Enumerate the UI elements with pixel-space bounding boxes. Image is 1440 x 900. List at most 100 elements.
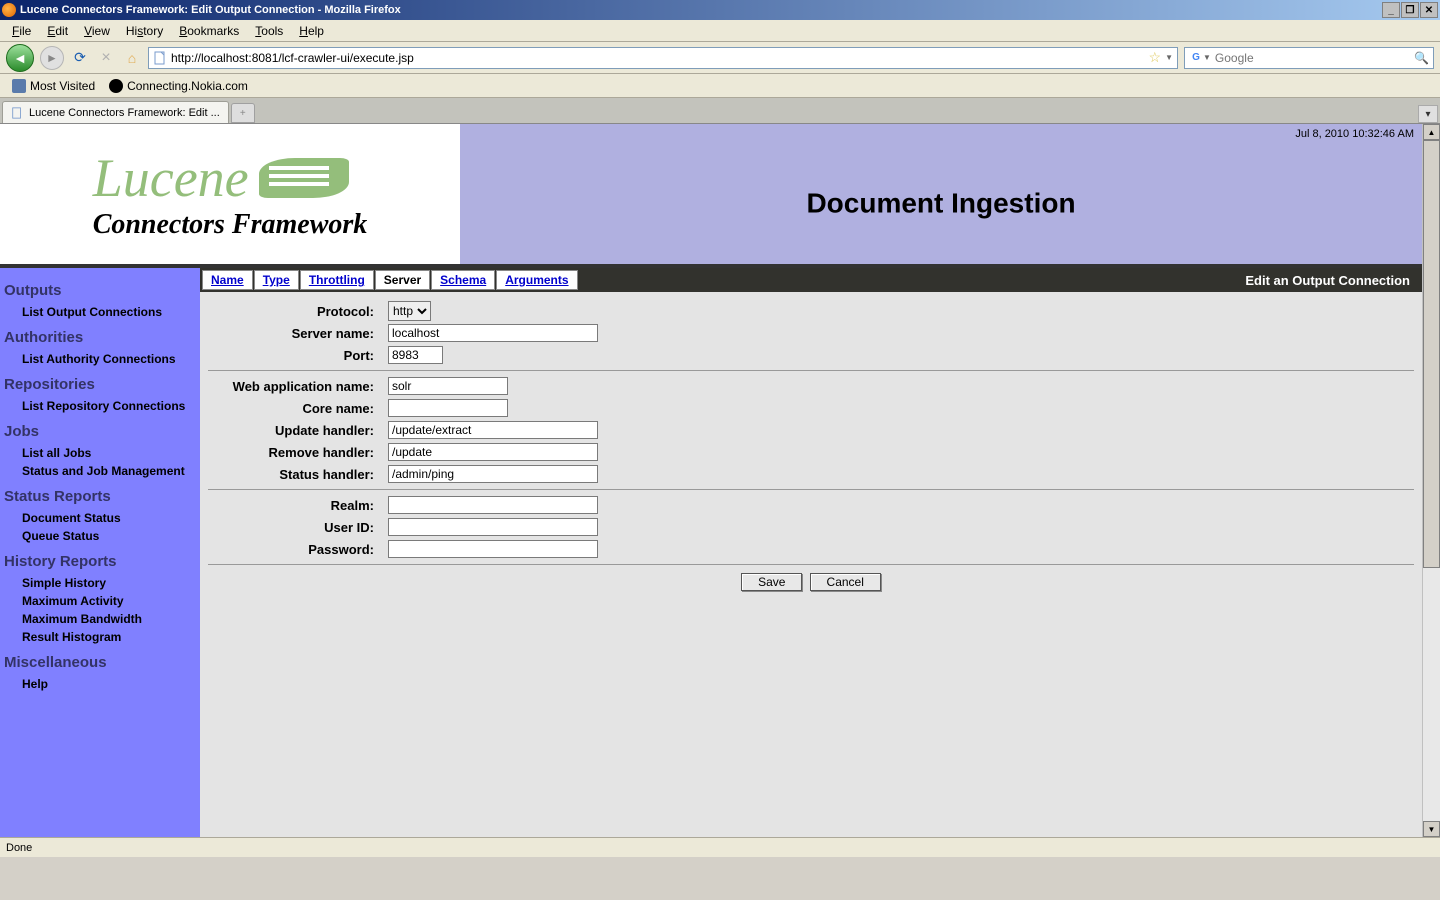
vertical-scrollbar[interactable]: ▲ ▼ <box>1422 124 1440 837</box>
logo-subtitle: Connectors Framework <box>93 209 368 240</box>
sidebar-heading: Authorities <box>4 329 196 346</box>
search-go-icon[interactable]: 🔍 <box>1414 51 1429 65</box>
search-input[interactable] <box>1215 51 1414 65</box>
sidebar-link[interactable]: List Authority Connections <box>4 350 196 368</box>
sidebar-heading: Outputs <box>4 282 196 299</box>
bookmark-star-icon[interactable]: ☆ <box>1149 49 1162 66</box>
bookmark-most-visited[interactable]: Most Visited <box>6 77 101 95</box>
search-engine-dropdown-icon[interactable]: ▼ <box>1203 53 1211 62</box>
menu-help[interactable]: Help <box>291 22 332 40</box>
sidebar-heading: Status Reports <box>4 488 196 505</box>
browser-tab[interactable]: Lucene Connectors Framework: Edit ... <box>2 101 229 123</box>
remove-label: Remove handler: <box>208 445 388 460</box>
sidebar-link[interactable]: List Repository Connections <box>4 397 196 415</box>
bookmark-label: Connecting.Nokia.com <box>127 79 248 93</box>
sidebar-heading: Repositories <box>4 376 196 393</box>
back-button[interactable]: ◄ <box>6 44 34 72</box>
sidebar-link[interactable]: Maximum Bandwidth <box>4 610 196 628</box>
url-dropdown-icon[interactable]: ▼ <box>1165 53 1173 62</box>
status-label: Status handler: <box>208 467 388 482</box>
nav-toolbar: ◄ ► ⟳ × ⌂ ☆ ▼ G ▼ 🔍 <box>0 42 1440 74</box>
webapp-input[interactable] <box>388 377 508 395</box>
menu-view[interactable]: View <box>76 22 118 40</box>
sidebar-link[interactable]: Document Status <box>4 509 196 527</box>
sidebar-link[interactable]: Simple History <box>4 574 196 592</box>
sidebar-heading: Miscellaneous <box>4 654 196 671</box>
logo: Lucene Connectors Framework <box>0 124 460 264</box>
status-input[interactable] <box>388 465 598 483</box>
bookmark-label: Most Visited <box>30 79 95 93</box>
url-bar[interactable]: ☆ ▼ <box>148 47 1178 69</box>
scroll-down-icon[interactable]: ▼ <box>1423 821 1440 837</box>
server-input[interactable] <box>388 324 598 342</box>
button-row: Save Cancel <box>208 565 1414 599</box>
menu-tools[interactable]: Tools <box>247 22 291 40</box>
update-label: Update handler: <box>208 423 388 438</box>
url-input[interactable] <box>171 51 1147 65</box>
menu-file[interactable]: File <box>4 22 39 40</box>
page-title: Document Ingestion <box>806 188 1075 220</box>
conn-tab-type[interactable]: Type <box>254 270 299 290</box>
remove-input[interactable] <box>388 443 598 461</box>
firefox-icon <box>2 3 16 17</box>
scroll-up-icon[interactable]: ▲ <box>1423 124 1440 140</box>
scroll-thumb[interactable] <box>1423 140 1440 568</box>
conn-tab-schema[interactable]: Schema <box>431 270 495 290</box>
menu-bookmarks[interactable]: Bookmarks <box>171 22 247 40</box>
sidebar-link[interactable]: Result Histogram <box>4 628 196 646</box>
conn-tab-server[interactable]: Server <box>375 270 430 290</box>
port-input[interactable] <box>388 346 443 364</box>
menu-edit[interactable]: Edit <box>39 22 76 40</box>
tab-row-title: Edit an Output Connection <box>1245 273 1420 288</box>
sidebar-link[interactable]: List all Jobs <box>4 444 196 462</box>
conn-tab-arguments[interactable]: Arguments <box>496 270 577 290</box>
password-input[interactable] <box>388 540 598 558</box>
minimize-button[interactable]: _ <box>1382 2 1400 18</box>
menubar: File Edit View History Bookmarks Tools H… <box>0 20 1440 42</box>
core-input[interactable] <box>388 399 508 417</box>
sidebar-link[interactable]: Maximum Activity <box>4 592 196 610</box>
forward-button[interactable]: ► <box>40 46 64 70</box>
status-bar: Done <box>0 837 1440 857</box>
banner: Jul 8, 2010 10:32:46 AM Document Ingesti… <box>460 124 1422 264</box>
userid-input[interactable] <box>388 518 598 536</box>
folder-icon <box>12 79 26 93</box>
search-bar[interactable]: G ▼ 🔍 <box>1184 47 1434 69</box>
core-label: Core name: <box>208 401 388 416</box>
server-label: Server name: <box>208 326 388 341</box>
realm-input[interactable] <box>388 496 598 514</box>
conn-tab-name[interactable]: Name <box>202 270 253 290</box>
protocol-select[interactable]: http <box>388 301 431 321</box>
password-label: Password: <box>208 542 388 557</box>
window-titlebar: Lucene Connectors Framework: Edit Output… <box>0 0 1440 20</box>
site-icon <box>109 79 123 93</box>
reload-button[interactable]: ⟳ <box>70 48 90 68</box>
page-icon <box>153 51 167 65</box>
bookmark-nokia[interactable]: Connecting.Nokia.com <box>103 77 254 95</box>
home-button[interactable]: ⌂ <box>122 48 142 68</box>
update-input[interactable] <box>388 421 598 439</box>
save-button[interactable]: Save <box>741 573 802 591</box>
restore-button[interactable]: ❐ <box>1401 2 1419 18</box>
content-viewport: Lucene Connectors Framework Jul 8, 2010 … <box>0 124 1440 837</box>
sidebar-link[interactable]: Queue Status <box>4 527 196 545</box>
sidebar: Outputs List Output Connections Authoritie… <box>0 268 200 837</box>
new-tab-button[interactable]: + <box>231 103 255 123</box>
timestamp: Jul 8, 2010 10:32:46 AM <box>1295 128 1414 140</box>
page-icon <box>11 107 23 119</box>
main-panel: NameTypeThrottlingServerSchemaArguments E… <box>200 268 1422 837</box>
cancel-button[interactable]: Cancel <box>810 573 881 591</box>
conn-tab-throttling[interactable]: Throttling <box>300 270 374 290</box>
connection-tabs: NameTypeThrottlingServerSchemaArguments E… <box>200 268 1422 292</box>
close-button[interactable]: ✕ <box>1420 2 1438 18</box>
feather-icon <box>259 158 349 198</box>
sidebar-link[interactable]: Help <box>4 675 196 693</box>
window-controls: _ ❐ ✕ <box>1382 2 1438 18</box>
window-title: Lucene Connectors Framework: Edit Output… <box>20 4 401 16</box>
sidebar-link[interactable]: List Output Connections <box>4 303 196 321</box>
tab-list-dropdown[interactable]: ▾ <box>1418 105 1438 123</box>
webapp-label: Web application name: <box>208 379 388 394</box>
menu-history[interactable]: History <box>118 22 171 40</box>
sidebar-link[interactable]: Status and Job Management <box>4 462 196 480</box>
stop-button[interactable]: × <box>96 48 116 68</box>
